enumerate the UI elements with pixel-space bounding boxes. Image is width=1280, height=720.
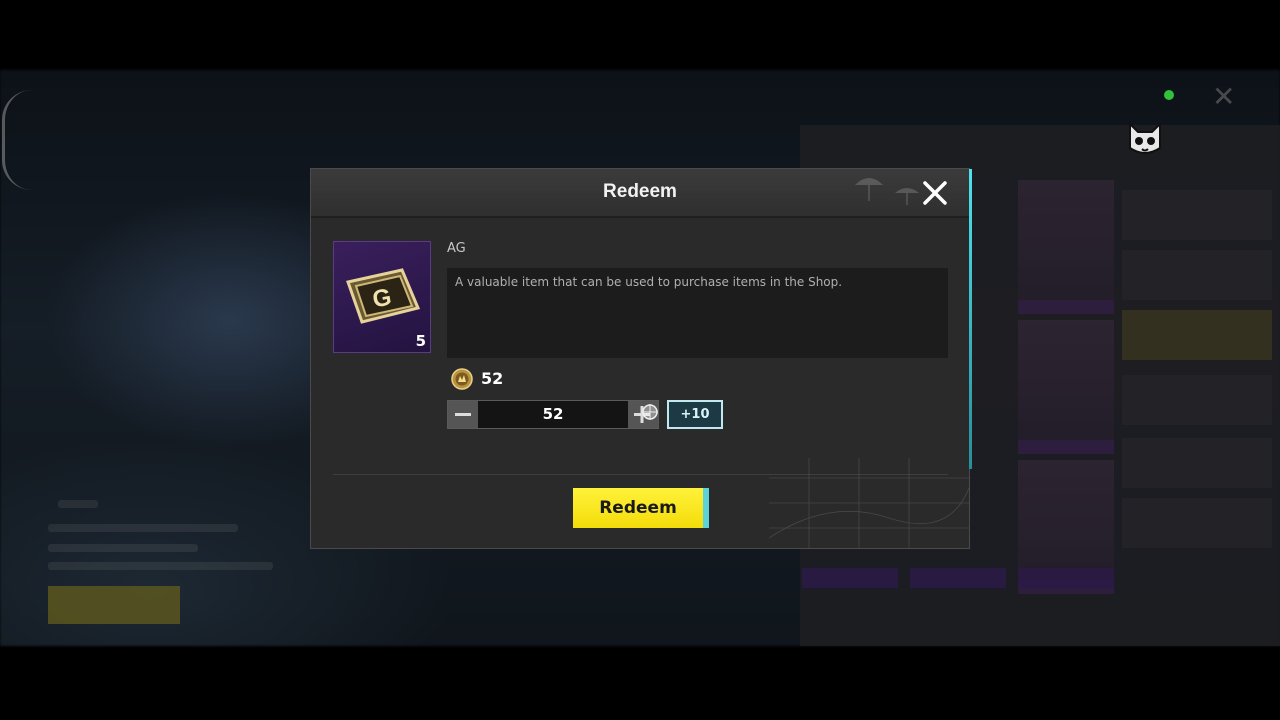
item-name: AG [447, 241, 466, 256]
background-text [48, 524, 238, 532]
background-tile [1018, 320, 1114, 454]
item-count: 5 [415, 332, 426, 350]
quantity-stepper: 52 [447, 400, 659, 429]
dialog-title: Redeem [603, 181, 677, 202]
status-dot [1164, 90, 1174, 100]
background-side-item [1122, 190, 1272, 240]
background-button [48, 586, 180, 624]
background-side-item [1122, 250, 1272, 300]
background-side-item [1122, 498, 1272, 548]
background-side-item [1122, 375, 1272, 425]
ag-coin-icon [451, 368, 473, 390]
close-icon [923, 181, 947, 205]
item-description: A valuable item that can be used to purc… [455, 275, 843, 289]
background-text [58, 500, 98, 508]
cat-icon [1129, 122, 1161, 154]
description-box: A valuable item that can be used to purc… [447, 268, 948, 358]
redeem-button[interactable]: Redeem [573, 488, 709, 528]
background-text [48, 544, 198, 552]
item-thumbnail: G 5 [333, 241, 431, 353]
background-tile [1018, 180, 1114, 314]
background-chip [910, 568, 1006, 588]
background-side-item [1122, 310, 1272, 360]
dialog-header: Redeem [311, 169, 969, 218]
background-text [48, 562, 273, 570]
close-button[interactable] [919, 177, 951, 209]
background-close-icon: ✕ [1212, 80, 1236, 113]
cost-value: 52 [481, 369, 504, 388]
background-chip [802, 568, 898, 588]
plus-icon [634, 404, 658, 423]
plus-button[interactable] [628, 401, 658, 428]
minus-button[interactable] [448, 401, 478, 428]
game-screen: ✕ Redeem G 5 AG A valuable item that can… [0, 0, 1280, 720]
quantity-value[interactable]: 52 [478, 401, 628, 428]
redeem-dialog: Redeem G 5 AG A valuable item that can b… [310, 168, 972, 549]
dialog-edge-highlight [969, 169, 972, 469]
ag-ticket-icon: G [346, 268, 421, 324]
add-ten-button[interactable]: +10 [667, 400, 723, 429]
map-decoration [769, 458, 969, 548]
background-chip [1018, 568, 1114, 588]
background-arc [2, 90, 35, 190]
background-side-item [1122, 438, 1272, 488]
